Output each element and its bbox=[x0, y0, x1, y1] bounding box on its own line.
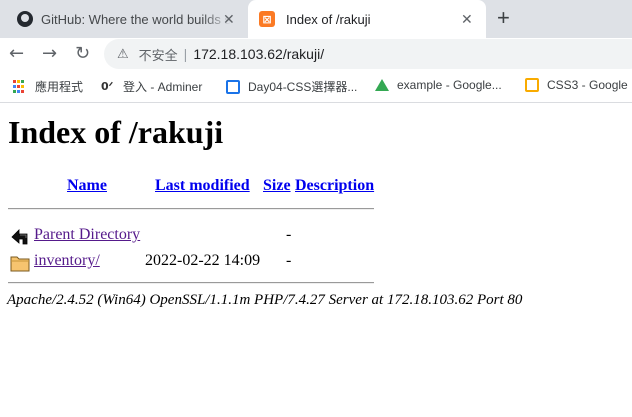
tab-title: GitHub: Where the world builds software … bbox=[41, 11, 231, 27]
tab-title: Index of /rakuji bbox=[286, 11, 371, 27]
close-icon[interactable]: ✕ bbox=[461, 11, 473, 28]
bookmark-label: 應用程式 bbox=[35, 80, 84, 94]
bookmarks-bar: 應用程式 0ᐟ 登入 - Adminer Day04-CSS選擇器... exa… bbox=[0, 70, 632, 103]
github-icon bbox=[17, 11, 33, 27]
bookmark-label: CSS3 - Google bbox=[547, 78, 628, 92]
url-text[interactable]: 172.18.103.62/rakuji/ bbox=[193, 46, 324, 62]
divider bbox=[8, 282, 374, 284]
bookmark-day04[interactable]: Day04-CSS選擇器... bbox=[226, 78, 357, 95]
day04-icon bbox=[226, 79, 240, 94]
folder-icon[interactable] bbox=[10, 253, 30, 273]
sort-by-modified-link[interactable]: Last modified bbox=[155, 177, 250, 195]
reload-icon[interactable]: ↻ bbox=[75, 42, 90, 66]
google-drive-icon bbox=[375, 78, 389, 92]
modified-date: 2022-02-22 14:09 bbox=[145, 252, 261, 269]
parent-directory-link[interactable]: Parent Directory bbox=[34, 226, 140, 244]
address-bar[interactable]: ⚠ 不安全 | 172.18.103.62/rakuji/ bbox=[104, 39, 632, 69]
folder-link-inventory[interactable]: inventory/ bbox=[34, 252, 100, 270]
back-arrow-icon[interactable] bbox=[10, 227, 30, 247]
server-signature: Apache/2.4.52 (Win64) OpenSSL/1.1.1m PHP… bbox=[7, 292, 523, 308]
apps-icon bbox=[13, 79, 27, 94]
tab-strip: GitHub: Where the world builds software … bbox=[0, 0, 632, 38]
table-row: inventory/ 2022-02-22 14:09 - bbox=[8, 249, 374, 273]
divider: | bbox=[183, 46, 188, 62]
sort-by-name-link[interactable]: Name bbox=[67, 177, 107, 195]
file-size: - bbox=[286, 226, 292, 243]
bookmark-css3[interactable]: CSS3 - Google bbox=[525, 78, 628, 92]
back-arrow-icon[interactable]: ← bbox=[9, 42, 24, 66]
browser-toolbar: ← → ↻ ⚠ 不安全 | 172.18.103.62/rakuji/ bbox=[0, 38, 632, 70]
table-row: Parent Directory - bbox=[8, 223, 374, 247]
adminer-icon: 0ᐟ bbox=[101, 79, 114, 93]
page-content: Index of /rakuji Name Last modified Size… bbox=[0, 103, 632, 417]
bookmark-label: example - Google... bbox=[397, 78, 502, 92]
sort-by-description-link[interactable]: Description bbox=[295, 177, 374, 195]
file-size: - bbox=[286, 252, 292, 269]
close-icon[interactable]: ✕ bbox=[223, 11, 235, 28]
bookmark-label: 登入 - Adminer bbox=[123, 80, 203, 94]
bookmark-label: Day04-CSS選擇器... bbox=[248, 80, 358, 94]
table-header: Name Last modified Size Description bbox=[8, 169, 378, 199]
tab-index-rakuji[interactable]: ⊠ Index of /rakuji ✕ bbox=[248, 0, 486, 38]
sort-by-size-link[interactable]: Size bbox=[263, 177, 291, 195]
bookmark-adminer[interactable]: 0ᐟ 登入 - Adminer bbox=[101, 78, 202, 95]
new-tab-button[interactable]: + bbox=[497, 6, 510, 30]
warning-icon[interactable]: ⚠ bbox=[117, 47, 129, 62]
divider bbox=[8, 208, 374, 210]
tab-github[interactable]: GitHub: Where the world builds software … bbox=[0, 0, 248, 38]
bookmark-example[interactable]: example - Google... bbox=[375, 78, 502, 92]
page-title: Index of /rakuji bbox=[8, 114, 224, 150]
security-label[interactable]: 不安全 bbox=[139, 45, 178, 64]
forward-arrow-icon[interactable]: → bbox=[42, 42, 57, 66]
xampp-icon: ⊠ bbox=[259, 11, 275, 27]
directory-listing: Name Last modified Size Description Pare… bbox=[8, 169, 378, 284]
bookmark-apps[interactable]: 應用程式 bbox=[13, 78, 83, 95]
google-slides-icon bbox=[525, 78, 539, 92]
